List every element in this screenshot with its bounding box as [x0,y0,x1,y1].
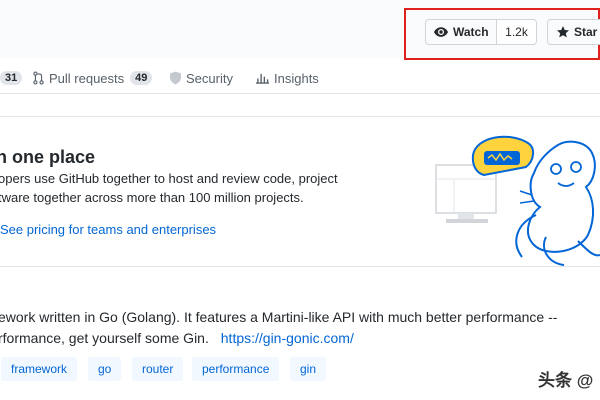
tab-issues[interactable]: 31 [0,68,23,88]
tab-security-label: Security [186,70,233,86]
tab-insights-label: Insights [274,70,319,86]
repo-description-line2: rformance, get yourself some Gin. https:… [0,330,354,346]
octocat-illustration [435,135,600,266]
watch-button[interactable]: Watch [425,19,497,45]
star-label: Star [574,25,598,39]
signup-banner: n one place opers use GitHub together to… [0,116,600,267]
topic-tag[interactable]: gin [290,357,327,381]
topic-tag[interactable]: go [88,357,122,381]
topic-tag[interactable]: framework [1,357,78,381]
banner-title: n one place [0,147,96,167]
shield-icon [170,71,181,85]
banner-text-line2: tware together across more than 100 mill… [0,190,304,205]
watch-count[interactable]: 1.2k [496,19,537,45]
topic-tag[interactable]: performance [192,357,280,381]
watch-label: Watch [453,25,489,39]
banner-text-line1: opers use GitHub together to host and re… [0,171,338,186]
topic-tag[interactable]: router [132,357,184,381]
star-icon [557,26,569,38]
homepage-link[interactable]: https://gin-gonic.com/ [221,330,354,346]
tab-insights[interactable]: Insights [256,68,319,88]
eye-icon [434,27,448,37]
watermark: 头条 @ [538,371,594,390]
tab-security[interactable]: Security [170,68,233,88]
star-button[interactable]: Star [547,19,600,45]
issues-counter: 31 [0,71,23,85]
repo-description-text: rformance, get yourself some Gin. [0,330,209,346]
tab-pull-requests-label: Pull requests [49,70,125,86]
repo-nav-tabs: 31 Pull requests 49 Security Insights [0,60,600,94]
pricing-link[interactable]: See pricing for teams and enterprises [0,222,216,237]
repo-description-line1: ework written in Go (Golang). It feature… [0,309,558,325]
git-pull-request-icon [33,71,44,85]
pull-requests-counter: 49 [130,71,153,85]
graph-icon [256,73,269,84]
tab-pull-requests[interactable]: Pull requests 49 [33,68,153,88]
watch-count-value: 1.2k [505,25,528,39]
